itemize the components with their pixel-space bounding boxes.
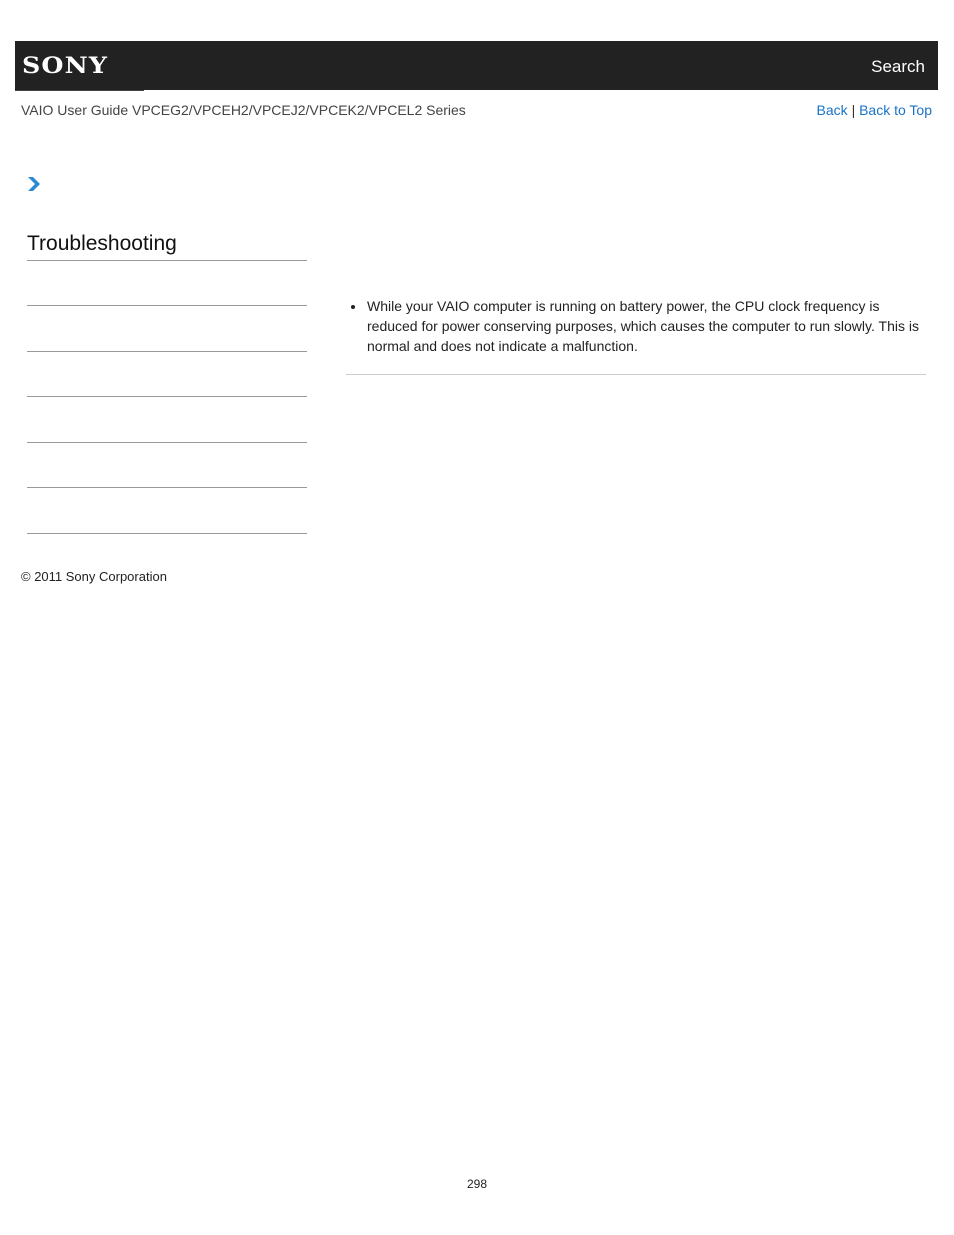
section-title-divider (27, 260, 307, 261)
search-link[interactable]: Search (871, 57, 925, 77)
bullet-item: While your VAIO computer is running on b… (346, 296, 926, 356)
top-header-bar: SONY Search (15, 41, 938, 91)
sidebar-item-divider (27, 305, 307, 306)
bullet-icon (351, 305, 355, 309)
logo-container: SONY (15, 41, 144, 91)
back-to-top-link[interactable]: Back to Top (859, 102, 932, 118)
page-number: 298 (466, 1177, 488, 1191)
sidebar-item-divider (27, 442, 307, 443)
content-divider (346, 374, 926, 375)
section-title: Troubleshooting (27, 232, 177, 255)
main-content: While your VAIO computer is running on b… (346, 296, 926, 356)
nav-separator: | (851, 102, 856, 118)
nav-links: Back | Back to Top (817, 102, 932, 118)
sidebar-item-divider (27, 351, 307, 352)
sony-logo: SONY (22, 53, 109, 79)
copyright: © 2011 Sony Corporation (21, 569, 167, 584)
sidebar-item-divider (27, 533, 307, 534)
sidebar-item-divider (27, 487, 307, 488)
back-link[interactable]: Back (817, 102, 848, 118)
bullet-text: While your VAIO computer is running on b… (367, 298, 919, 354)
chevron-right-icon (28, 177, 40, 191)
guide-title: VAIO User Guide VPCEG2/VPCEH2/VPCEJ2/VPC… (21, 102, 466, 118)
sidebar-item-divider (27, 396, 307, 397)
